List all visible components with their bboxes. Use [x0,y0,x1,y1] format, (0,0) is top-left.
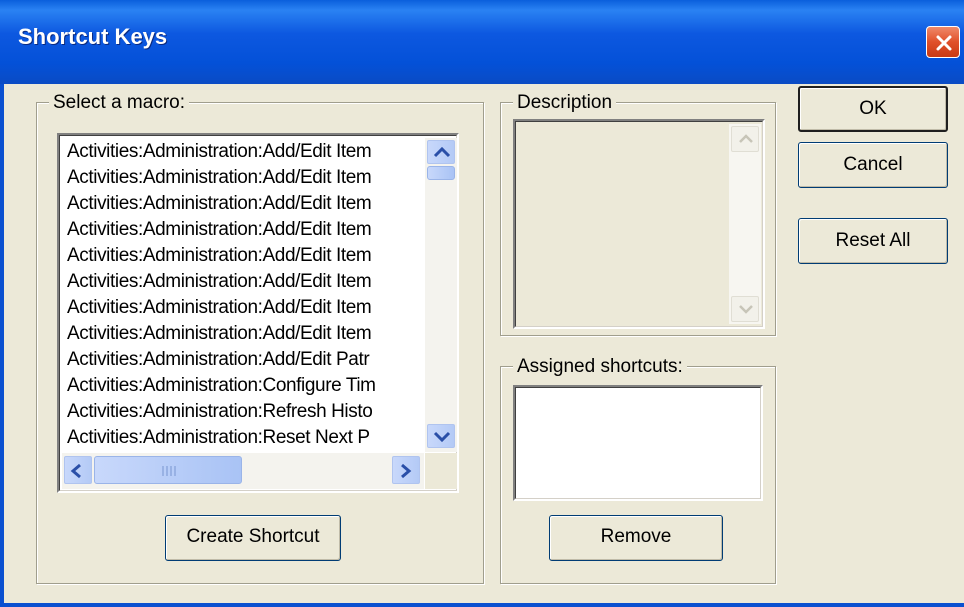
vertical-scroll-thumb[interactable] [427,166,455,180]
create-shortcut-label: Create Shortcut [186,526,320,547]
description-box [513,119,765,329]
scroll-right-button[interactable] [392,456,420,484]
remove-label: Remove [600,526,672,547]
chevron-down-icon [739,305,753,314]
scroll-up-button[interactable] [427,140,455,164]
reset-all-button[interactable]: Reset All [798,218,948,264]
reset-all-label: Reset All [835,230,911,251]
list-item[interactable]: Activities:Administration:Configure Tim [67,373,421,399]
assigned-shortcuts-listbox[interactable] [513,385,763,501]
assigned-shortcuts-group: Assigned shortcuts: Remove [500,356,776,584]
macro-list[interactable]: Activities:Administration:Add/Edit Item A… [67,139,421,451]
chevron-down-icon [433,431,451,443]
close-icon [936,35,952,51]
cancel-label: Cancel [843,154,903,175]
list-item[interactable]: Activities:Administration:Add/Edit Item [67,165,421,191]
description-scrollbar [729,124,761,324]
list-item[interactable]: Activities:Administration:Reset Next P [67,425,421,451]
list-item[interactable]: Activities:Administration:Add/Edit Item [67,321,421,347]
chevron-up-icon [739,134,753,143]
scroll-down-button[interactable] [427,424,455,448]
list-item[interactable]: Activities:Administration:Add/Edit Item [67,191,421,217]
description-group-legend: Description [513,92,617,114]
list-item[interactable]: Activities:Administration:Add/Edit Item [67,139,421,165]
list-item[interactable]: Activities:Administration:Add/Edit Item [67,295,421,321]
list-item[interactable]: Activities:Administration:Add/Edit Item [67,243,421,269]
window-border-bottom [0,603,964,607]
cancel-button[interactable]: Cancel [798,142,948,188]
horizontal-scroll-thumb[interactable] [94,456,242,484]
create-shortcut-button[interactable]: Create Shortcut [165,515,341,561]
macro-group: Select a macro: Activities:Administratio… [36,92,484,584]
description-scroll-down-button [731,296,759,322]
grip-icon [162,466,176,476]
chevron-left-icon [70,463,81,479]
list-item[interactable]: Activities:Administration:Add/Edit Item [67,269,421,295]
title-bar[interactable]: Shortcut Keys [0,0,964,84]
scrollbar-corner [425,453,457,489]
window-title: Shortcut Keys [18,24,168,49]
scroll-left-button[interactable] [64,456,92,484]
macro-listbox[interactable]: Activities:Administration:Add/Edit Item A… [57,133,459,493]
chevron-up-icon [433,146,451,158]
vertical-scrollbar[interactable] [425,138,457,452]
assigned-shortcuts-legend: Assigned shortcuts: [513,356,687,378]
dialog-window: Shortcut Keys Select a macro: Activities… [0,0,964,607]
macro-group-legend: Select a macro: [49,92,189,114]
list-item[interactable]: Activities:Administration:Add/Edit Item [67,217,421,243]
window-border-left [0,84,4,607]
chevron-right-icon [401,463,412,479]
remove-button[interactable]: Remove [549,515,723,561]
ok-label: OK [859,98,887,119]
close-button[interactable] [926,26,960,58]
description-scroll-up-button [731,126,759,152]
list-item[interactable]: Activities:Administration:Refresh Histo [67,399,421,425]
ok-button[interactable]: OK [798,86,948,132]
description-group: Description [500,92,776,336]
list-item[interactable]: Activities:Administration:Add/Edit Patr [67,347,421,373]
